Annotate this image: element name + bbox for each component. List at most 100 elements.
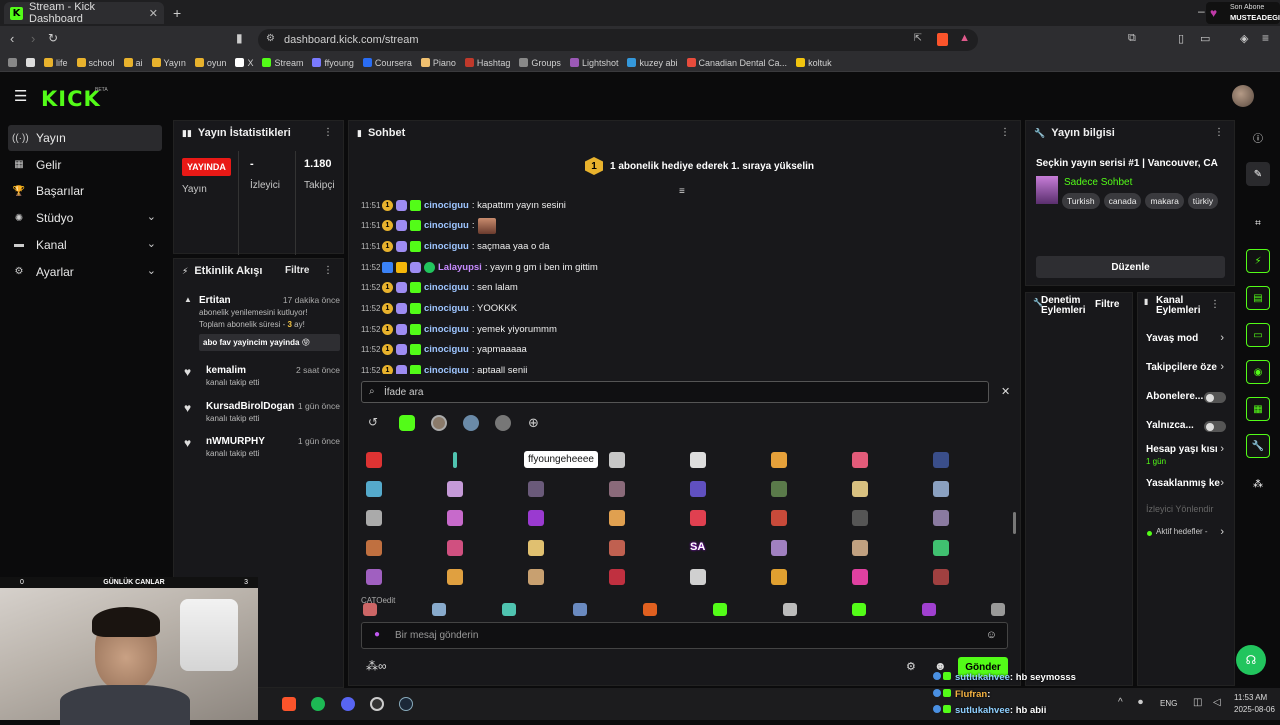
sidebar-item-başarılar[interactable]: 🏆 Başarılar (8, 178, 162, 204)
chat-users-icon[interactable]: ☻ (934, 659, 947, 673)
stream-tag[interactable]: Turkish (1062, 193, 1100, 209)
bookmark-1[interactable]: school (76, 58, 115, 68)
brave-taskbar-icon[interactable] (282, 697, 296, 711)
emote[interactable] (528, 481, 544, 497)
emote[interactable] (690, 481, 706, 497)
chat-more-icon[interactable]: ⋮ (1000, 127, 1010, 138)
emote[interactable] (852, 510, 868, 526)
bookmark-6[interactable]: Stream (262, 58, 303, 68)
emote[interactable] (609, 510, 625, 526)
spotify-taskbar-icon[interactable] (311, 697, 325, 711)
channel-action-item[interactable]: Yavaş mod › (1138, 332, 1234, 353)
sidebar-toggle-icon[interactable]: ▯ (1178, 32, 1184, 45)
bookmark-10[interactable]: Hashtag (464, 58, 510, 68)
emote[interactable] (852, 603, 866, 616)
tray-volume-icon[interactable]: ◁ (1213, 697, 1221, 708)
document-rail-icon[interactable]: ▤ (1246, 286, 1270, 310)
emote[interactable] (933, 481, 949, 497)
chat-message-input[interactable]: ● Bir mesaj gönderin ☺ (361, 622, 1008, 649)
sidebar-item-gelir[interactable]: ▦ Gelir (8, 152, 162, 178)
chat-message[interactable]: 11:52 1 cinociguu: yemek yiyorummm (361, 321, 557, 337)
user-avatar[interactable] (1232, 85, 1254, 107)
chat-settings-icon[interactable]: ⚙ (906, 660, 916, 673)
emote[interactable] (713, 603, 727, 616)
bookmark-3[interactable]: Yayın (151, 58, 186, 68)
sidebar-item-yayın[interactable]: ((·)) Yayın (8, 125, 162, 151)
emote[interactable] (447, 569, 463, 585)
emote[interactable] (447, 510, 463, 526)
bookmark-12[interactable]: Lightshot (569, 58, 618, 68)
vpn-icon[interactable]: ◈ (1240, 32, 1248, 45)
category-name[interactable]: Sadece Sohbet (1064, 177, 1132, 188)
emote[interactable] (771, 569, 787, 585)
microphone-icon[interactable]: ● (374, 629, 380, 640)
emote[interactable] (771, 540, 787, 556)
channel-action-item[interactable]: Abonelere... (1138, 391, 1234, 411)
emote[interactable] (690, 510, 706, 526)
kick-emotes-tab[interactable] (399, 415, 415, 431)
message-username[interactable]: cinociguu (424, 324, 469, 335)
chat-message[interactable]: 11:52 1 cinociguu: aptaall senii (361, 363, 527, 374)
activity-more-icon[interactable]: ⋮ (323, 265, 333, 276)
activity-filter-button[interactable]: Filtre (285, 265, 309, 276)
stream-tag[interactable]: türkiy (1187, 193, 1219, 209)
message-username[interactable]: cinociguu (424, 241, 469, 252)
mod-filter-button[interactable]: Filtre (1095, 299, 1119, 310)
sidebar-item-ayarlar[interactable]: ⚙ Ayarlar ⌄ (8, 259, 162, 285)
emote[interactable] (852, 481, 868, 497)
emote[interactable] (771, 481, 787, 497)
chat-message[interactable]: 11:51 1 cinociguu: kapattım yayın sesini (361, 197, 566, 213)
emote[interactable] (447, 481, 463, 497)
brave-rewards-icon[interactable]: ▲ (959, 32, 970, 44)
message-username[interactable]: cinociguu (424, 303, 469, 314)
menu-icon[interactable]: ≡ (1262, 31, 1269, 45)
emote[interactable] (609, 481, 625, 497)
obs-taskbar-icon[interactable] (370, 697, 384, 711)
discord-taskbar-icon[interactable] (341, 697, 355, 711)
google-icon[interactable] (26, 58, 35, 67)
back-icon[interactable]: ‹ (10, 31, 14, 46)
bookmark-0[interactable]: life (44, 58, 68, 68)
channel-action-item[interactable]: Yasaklanmış ke › (1138, 477, 1234, 498)
emote[interactable] (366, 540, 382, 556)
forward-icon[interactable]: › (31, 31, 35, 46)
emote[interactable] (690, 452, 706, 468)
chat-message[interactable]: 11:51 1 cinociguu: (361, 217, 496, 234)
emote[interactable] (366, 569, 382, 585)
chat-message[interactable]: 11:52 1 cinociguu: YOOKKK (361, 301, 517, 317)
sidebar-item-stüdyo[interactable]: ✺ Stüdyo ⌄ (8, 205, 162, 231)
chat-rail-icon[interactable]: ▭ (1246, 323, 1270, 347)
apps-rail-icon[interactable]: ⁂ (1246, 472, 1270, 496)
tray-chevron-icon[interactable]: ^ (1118, 697, 1123, 708)
channel-action-item[interactable]: Aktif hedefler - › (1138, 526, 1234, 547)
recent-emotes-icon[interactable]: ↺ (368, 415, 378, 429)
bookmark-2[interactable]: ai (123, 58, 143, 68)
brave-shield-icon[interactable] (937, 33, 948, 46)
message-username[interactable]: cinociguu (424, 220, 469, 231)
message-username[interactable]: cinociguu (424, 344, 469, 355)
message-username[interactable]: Lalayupsi (438, 262, 482, 273)
stats-more-icon[interactable]: ⋮ (323, 127, 333, 138)
emote[interactable] (528, 510, 544, 526)
emote[interactable] (852, 540, 868, 556)
new-tab-button[interactable]: + (173, 5, 181, 21)
lightning-rail-icon[interactable]: ⚡ (1246, 249, 1270, 273)
emote[interactable] (933, 569, 949, 585)
emote[interactable] (991, 603, 1005, 616)
channel-actions-more-icon[interactable]: ⋮ (1210, 299, 1220, 310)
emote[interactable] (447, 540, 463, 556)
hamburger-menu-icon[interactable]: ☰ (14, 87, 27, 105)
stream-info-more-icon[interactable]: ⋮ (1214, 127, 1224, 138)
emote[interactable] (502, 603, 516, 616)
emote-search-input[interactable]: ⌕ İfade ara (361, 381, 989, 403)
emoji-icon[interactable]: ☺ (986, 629, 997, 641)
toggle-switch[interactable] (1204, 421, 1226, 432)
close-tab-icon[interactable]: ✕ (149, 7, 158, 20)
channel-emotes-tab[interactable] (431, 415, 447, 431)
reload-icon[interactable]: ↻ (48, 31, 58, 45)
stream-tag[interactable]: makara (1145, 193, 1184, 209)
steam-taskbar-icon[interactable] (399, 697, 413, 711)
global-emotes-icon[interactable]: ⊕ (528, 415, 539, 431)
bookmark-7[interactable]: ffyoung (312, 58, 354, 68)
taskbar-time[interactable]: 11:53 AM (1234, 693, 1267, 702)
